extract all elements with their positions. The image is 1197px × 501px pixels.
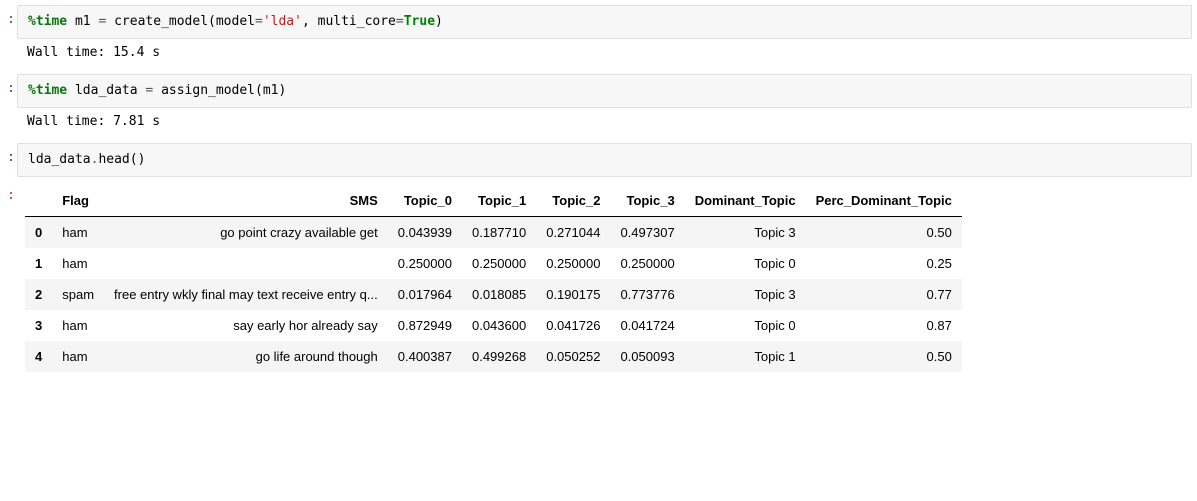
table-cell: 0.271044: [536, 217, 610, 249]
table-cell: 0.497307: [610, 217, 684, 249]
table-cell: Topic 3: [685, 279, 806, 310]
table-cell: 0.187710: [462, 217, 536, 249]
table-row: 4hamgo life around though0.4003870.49926…: [25, 341, 962, 372]
table-cell: go life around though: [104, 341, 388, 372]
table-cell: 0.773776: [610, 279, 684, 310]
table-column-header: Topic_2: [536, 185, 610, 217]
table-cell: 0.050252: [536, 341, 610, 372]
table-column-header: Flag: [52, 185, 104, 217]
table-cell: Topic 0: [685, 248, 806, 279]
table-cell: 0.041726: [536, 310, 610, 341]
dataframe-output: Flag SMS Topic_0 Topic_1 Topic_2 Topic_3…: [17, 181, 1192, 372]
code-token: , multi_core: [302, 14, 396, 29]
table-cell: 0.250000: [610, 248, 684, 279]
table-cell: 0.041724: [610, 310, 684, 341]
table-cell: 0.400387: [388, 341, 462, 372]
code-token-string: 'lda': [263, 14, 302, 29]
table-row: 1ham0.2500000.2500000.2500000.250000Topi…: [25, 248, 962, 279]
table-cell: free entry wkly final may text receive e…: [104, 279, 388, 310]
table-cell: ham: [52, 217, 104, 249]
table-column-header: Topic_3: [610, 185, 684, 217]
table-cell: 0.50: [806, 217, 962, 249]
cell-output: Wall time: 15.4 s: [17, 39, 1192, 70]
code-token: create_model(model: [106, 14, 255, 29]
table-row-index: 3: [25, 310, 52, 341]
table-row: 3hamsay early hor already say0.8729490.0…: [25, 310, 962, 341]
table-cell: Topic 0: [685, 310, 806, 341]
table-row-index: 1: [25, 248, 52, 279]
table-cell: ham: [52, 248, 104, 279]
table-cell: go point crazy available get: [104, 217, 388, 249]
code-token-keyword: True: [404, 14, 435, 29]
code-token: =: [396, 14, 404, 29]
table-row-index: 4: [25, 341, 52, 372]
code-input[interactable]: %time lda_data = assign_model(m1): [17, 74, 1192, 108]
table-cell: 0.77: [806, 279, 962, 310]
table-column-header: Perc_Dominant_Topic: [806, 185, 962, 217]
table-row-index: 2: [25, 279, 52, 310]
code-token: lda_data: [67, 83, 145, 98]
table-column-header: Topic_1: [462, 185, 536, 217]
output-cell: : Flag SMS Topic_0 Topic_1 Topic_2 Topic…: [5, 181, 1192, 372]
code-token: head(): [98, 152, 145, 167]
code-cell: : %time m1 = create_model(model='lda', m…: [5, 5, 1192, 70]
dataframe-table: Flag SMS Topic_0 Topic_1 Topic_2 Topic_3…: [25, 185, 962, 372]
table-cell: 0.250000: [536, 248, 610, 279]
code-input[interactable]: lda_data.head(): [17, 143, 1192, 177]
table-cell: 0.499268: [462, 341, 536, 372]
table-cell: Topic 3: [685, 217, 806, 249]
table-cell: Topic 1: [685, 341, 806, 372]
table-cell: 0.018085: [462, 279, 536, 310]
table-cell: 0.043939: [388, 217, 462, 249]
prompt-marker: :: [5, 5, 17, 70]
table-cell: 0.872949: [388, 310, 462, 341]
table-cell: [104, 248, 388, 279]
code-token: assign_model(m1): [153, 83, 286, 98]
code-token: lda_data: [28, 152, 91, 167]
prompt-marker: :: [5, 74, 17, 139]
table-row: 0hamgo point crazy available get0.043939…: [25, 217, 962, 249]
table-cell: 0.87: [806, 310, 962, 341]
table-cell: 0.250000: [462, 248, 536, 279]
table-cell: 0.017964: [388, 279, 462, 310]
table-row-index: 0: [25, 217, 52, 249]
table-cell: 0.043600: [462, 310, 536, 341]
table-cell: 0.190175: [536, 279, 610, 310]
code-token: m1: [67, 14, 98, 29]
table-column-header: Dominant_Topic: [685, 185, 806, 217]
table-column-header: SMS: [104, 185, 388, 217]
table-cell: ham: [52, 341, 104, 372]
table-cell: 0.250000: [388, 248, 462, 279]
code-token-magic: %time: [28, 14, 67, 29]
code-token-magic: %time: [28, 83, 67, 98]
table-cell: spam: [52, 279, 104, 310]
table-header-row: Flag SMS Topic_0 Topic_1 Topic_2 Topic_3…: [25, 185, 962, 217]
code-token: =: [255, 14, 263, 29]
code-input[interactable]: %time m1 = create_model(model='lda', mul…: [17, 5, 1192, 39]
table-cell: say early hor already say: [104, 310, 388, 341]
output-marker: :: [5, 181, 17, 372]
table-index-corner: [25, 185, 52, 217]
code-token: ): [435, 14, 443, 29]
code-cell: : lda_data.head(): [5, 143, 1192, 177]
cell-output: Wall time: 7.81 s: [17, 108, 1192, 139]
table-column-header: Topic_0: [388, 185, 462, 217]
prompt-marker: :: [5, 143, 17, 177]
table-cell: 0.50: [806, 341, 962, 372]
table-cell: ham: [52, 310, 104, 341]
code-cell: : %time lda_data = assign_model(m1) Wall…: [5, 74, 1192, 139]
table-cell: 0.25: [806, 248, 962, 279]
table-cell: 0.050093: [610, 341, 684, 372]
table-row: 2spamfree entry wkly final may text rece…: [25, 279, 962, 310]
